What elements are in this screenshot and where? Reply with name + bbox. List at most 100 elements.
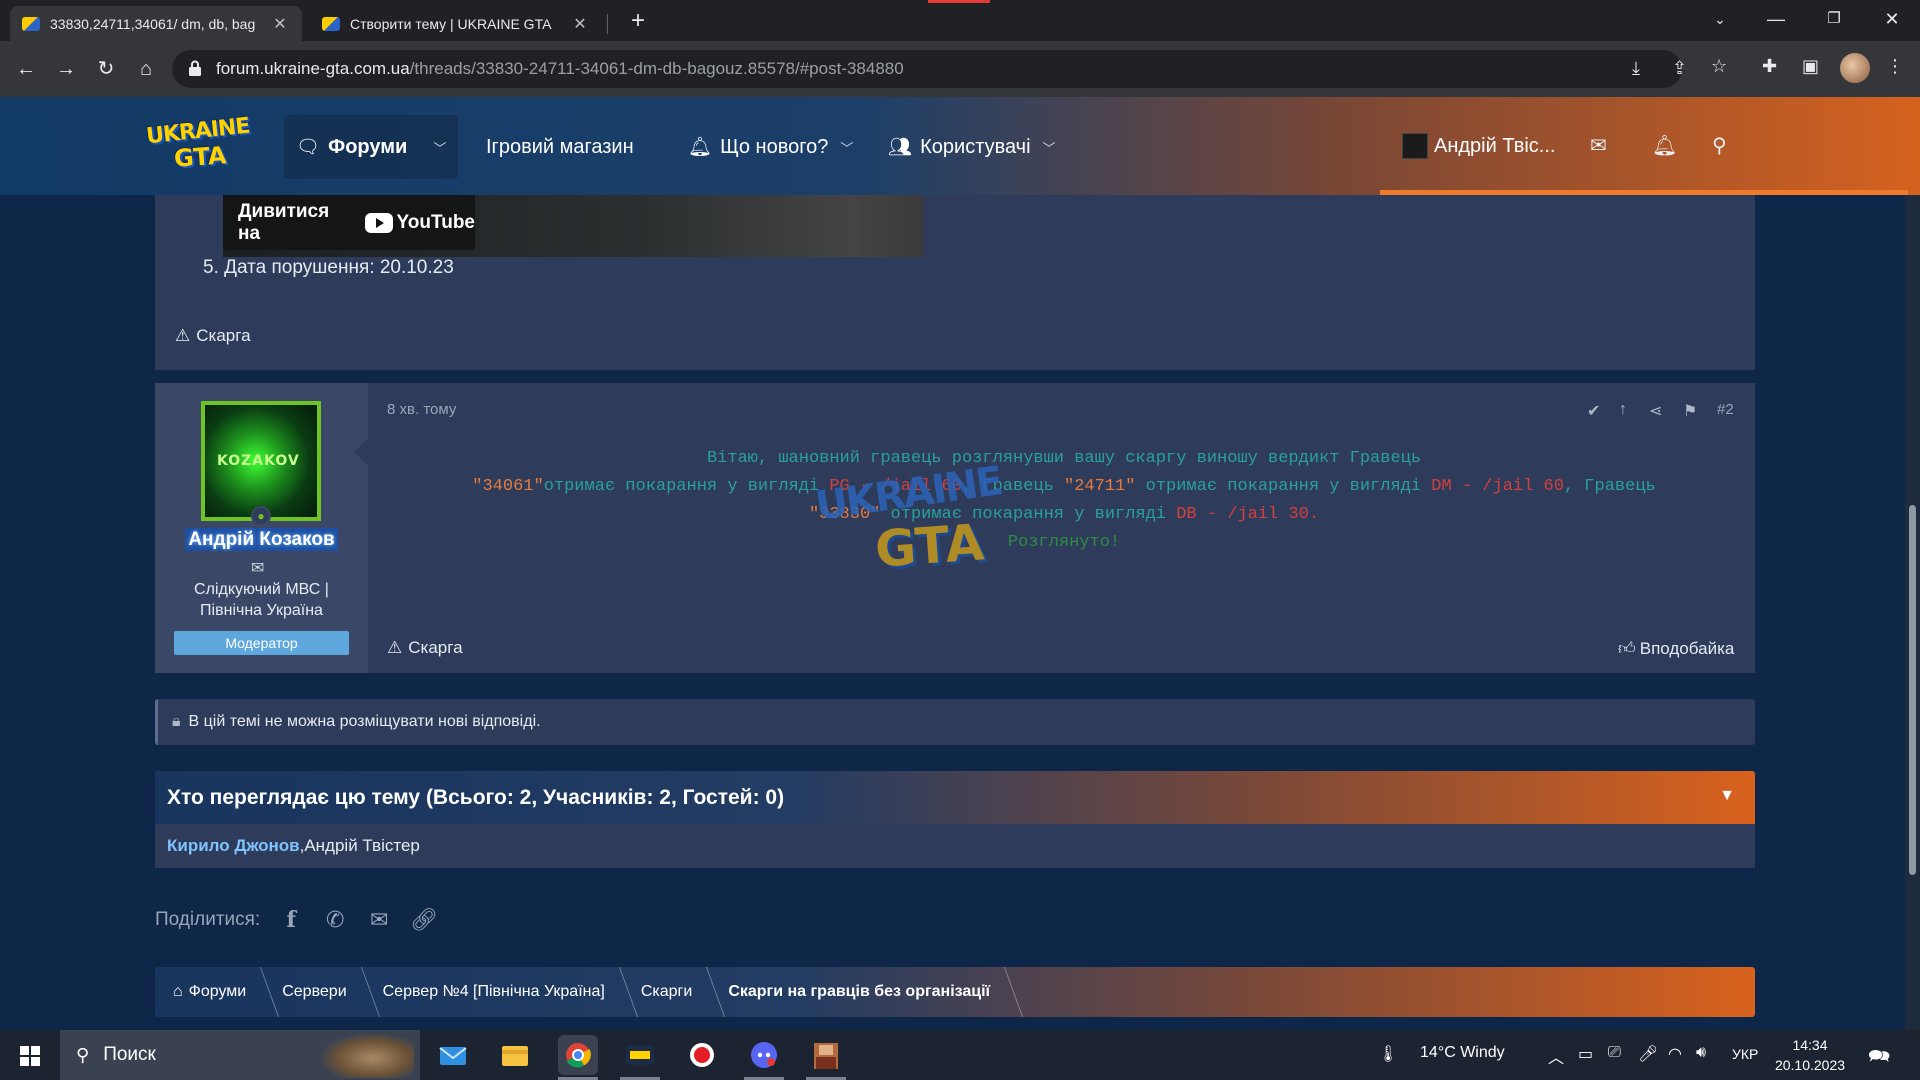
search-icon[interactable]: ⚲ (1712, 133, 1727, 158)
bookmark-star-icon[interactable]: ☆ (1711, 56, 1727, 77)
windows-start-icon[interactable] (20, 1046, 40, 1066)
notification-center-icon[interactable]: 🗪 (1868, 1044, 1890, 1074)
locked-thread-notice: 🔒︎ В цій темі не можна розміщувати нові … (155, 699, 1755, 745)
viewer-link[interactable]: Андрій Твістер (304, 836, 420, 856)
nav-forums[interactable]: 🗨 Форуми ﹀ (284, 115, 459, 179)
share-label: Поділитися: (155, 909, 261, 930)
post-number[interactable]: #2 (1717, 401, 1734, 418)
file-explorer-icon[interactable] (495, 1035, 535, 1075)
tab-search-button[interactable]: ⌄ (1692, 0, 1748, 41)
extensions-puzzle-icon[interactable]: ✚ (1762, 56, 1777, 77)
account-menu[interactable]: Андрій Твіс... (1402, 133, 1555, 159)
alerts-bell-icon[interactable]: 🔔︎ (1652, 133, 1677, 158)
avatar-text: KOZAKOV (217, 453, 300, 469)
discord-app-icon[interactable] (744, 1035, 784, 1080)
author-name[interactable]: Андрій Козаков (155, 528, 368, 551)
bookmark-icon[interactable]: ⚑ (1683, 401, 1697, 421)
network-icon[interactable]: ◠ (1668, 1044, 1682, 1064)
close-window-button[interactable]: ✕ (1864, 0, 1920, 41)
nav-shop-label: Ігровий магазин (486, 135, 634, 158)
viewer-link[interactable]: Кирило Джонов (167, 836, 300, 856)
microphone-icon[interactable]: 🎤︎ (1638, 1044, 1658, 1064)
site-header: UKRAINE GTA 🗨 Форуми ﹀ Ігровий магазин 🔔… (0, 97, 1920, 195)
restore-button[interactable]: ❐ (1806, 0, 1862, 41)
weather-icon[interactable]: 🌡︎ (1378, 1044, 1398, 1064)
check-circle-icon[interactable]: ✔ (1587, 401, 1600, 421)
address-bar[interactable]: forum.ukraine-gta.com.ua/threads/33830-2… (172, 50, 1682, 88)
forward-button[interactable]: → (50, 53, 82, 85)
breadcrumb-complaints[interactable]: Скарги (623, 967, 710, 1017)
nav-shop[interactable]: Ігровий магазин (486, 115, 634, 179)
battery-icon[interactable]: ▭ (1578, 1044, 1593, 1064)
site-logo[interactable]: UKRAINE GTA (145, 114, 252, 173)
breadcrumb-player-complaints[interactable]: Скарги на гравців без організації (710, 967, 1008, 1017)
share-icon[interactable]: ⋖ (1649, 401, 1662, 421)
like-button[interactable]: 👍︎ Вподобайка (1618, 638, 1734, 659)
report-link[interactable]: ⚠ Скарга (175, 326, 251, 346)
new-tab-button[interactable]: + (624, 8, 652, 36)
envelope-icon[interactable]: ✉ (251, 558, 264, 578)
thumbs-up-icon: 👍︎ (1618, 639, 1636, 658)
profile-avatar[interactable] (1840, 53, 1870, 83)
users-icon: 👥︎ (888, 137, 913, 158)
back-button[interactable]: ← (10, 53, 42, 85)
warning-triangle-icon: ⚠ (175, 326, 191, 345)
tab-close-icon[interactable]: ✕ (570, 14, 590, 34)
watch-on-youtube-button[interactable]: Дивитися на YouTube (223, 195, 475, 250)
meet-now-icon[interactable]: ⎚ (1608, 1044, 1621, 1062)
reload-button[interactable]: ↻ (90, 53, 122, 85)
nav-members-label: Користувачі (920, 135, 1031, 158)
report-link[interactable]: ⚠ Скарга (387, 638, 463, 658)
mail-app-icon[interactable] (433, 1035, 473, 1075)
post-time[interactable]: 8 хв. тому (387, 401, 456, 418)
whatsapp-icon[interactable]: ✆ (322, 907, 348, 933)
minimize-button[interactable]: — (1748, 0, 1804, 41)
facebook-icon[interactable]: f (278, 907, 304, 933)
lock-icon: 🔒︎ (172, 713, 181, 730)
nav-members[interactable]: 👥︎ Користувачі ﹀ (888, 115, 1056, 179)
screen-recorder-icon[interactable] (682, 1035, 722, 1075)
chevron-down-icon[interactable]: ﹀ (1043, 138, 1056, 157)
home-button[interactable]: ⌂ (130, 53, 162, 85)
url-path: /threads/33830-24711-34061-dm-db-bagouz.… (409, 59, 904, 78)
browser-tab-create-topic[interactable]: Створити тему | UKRAINE GTA ✕ (310, 6, 602, 41)
install-app-icon[interactable]: ⤓ (1632, 58, 1640, 79)
share-page-icon[interactable]: ⇪ (1672, 58, 1687, 79)
nav-whats-new[interactable]: 🔔︎ Що нового? ﹀ (688, 115, 853, 179)
side-panel-icon[interactable]: ▣ (1802, 56, 1819, 77)
nav-whats-new-label: Що нового? (720, 135, 829, 158)
volume-icon[interactable]: 🔊︎ (1696, 1044, 1706, 1062)
chrome-app-icon[interactable] (558, 1035, 598, 1080)
link-icon[interactable]: 🔗︎ (410, 907, 438, 933)
email-icon[interactable]: ✉ (366, 907, 392, 933)
taskbar-clock[interactable]: 14:34 20.10.2023 (1772, 1035, 1848, 1075)
tab-separator (607, 14, 608, 34)
breadcrumb-servers[interactable]: Сервери (264, 967, 364, 1017)
youtube-embed[interactable]: Дивитися на YouTube (223, 195, 923, 257)
locked-notice-text: В цій темі не можна розміщувати нові від… (188, 713, 541, 730)
tray-chevron-up-icon[interactable]: ︿ (1548, 1044, 1564, 1068)
chevron-down-icon[interactable]: ﹀ (433, 138, 446, 157)
browser-menu-icon[interactable]: ⋮ (1886, 56, 1904, 77)
weather-text[interactable]: 14°C Windy (1420, 1044, 1505, 1062)
viewers-header[interactable]: Хто переглядає цю тему (Всього: 2, Учасн… (155, 771, 1755, 824)
breadcrumb-server-4[interactable]: Сервер №4 [Північна Україна] (365, 967, 623, 1017)
chevron-down-icon[interactable]: ﹀ (840, 138, 853, 157)
youtube-logo: YouTube (364, 212, 475, 234)
game-launcher-icon[interactable] (620, 1035, 660, 1080)
inbox-envelope-icon[interactable]: ✉ (1590, 133, 1607, 158)
breadcrumb-forums[interactable]: ⌂ Форуми (155, 967, 264, 1017)
arrow-up-icon[interactable]: ↑ (1619, 401, 1627, 419)
scrollbar-thumb[interactable] (1909, 505, 1916, 875)
logo-text-bottom: GTA (173, 141, 228, 173)
collapse-triangle-icon[interactable]: ▼ (1719, 787, 1735, 805)
language-indicator[interactable]: УКР (1732, 1046, 1758, 1062)
breadcrumb: ⌂ Форуми Сервери Сервер №4 [Північна Укра… (155, 967, 1755, 1017)
author-avatar[interactable]: KOZAKOV (201, 401, 321, 521)
tab-close-icon[interactable]: ✕ (270, 14, 290, 34)
search-icon: ⚲ (76, 1044, 90, 1065)
game-character-icon[interactable] (806, 1035, 846, 1080)
page-scrollbar[interactable] (1905, 195, 1920, 1030)
clock-time: 14:34 (1792, 1037, 1828, 1053)
browser-tab-thread[interactable]: 33830,24711,34061/ dm, db, baɡ ✕ (10, 6, 302, 41)
